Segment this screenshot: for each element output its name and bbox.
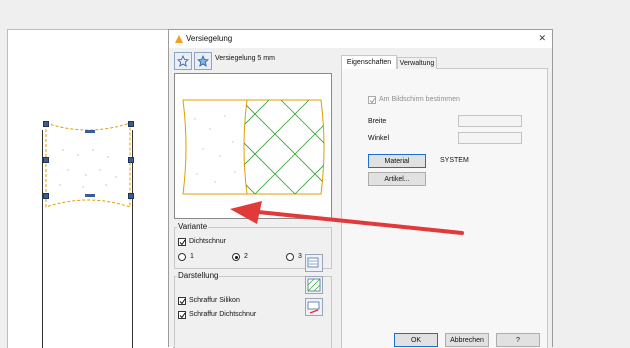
annotation-arrow [230, 201, 464, 235]
